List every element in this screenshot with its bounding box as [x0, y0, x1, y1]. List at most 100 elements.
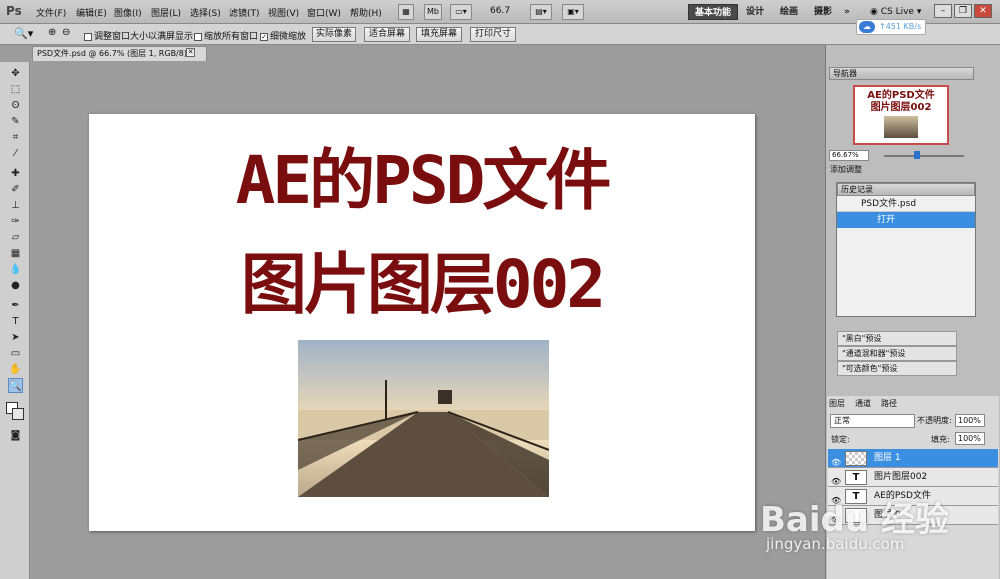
pier-photo — [298, 340, 549, 497]
navigator-zoom-slider[interactable] — [884, 155, 964, 157]
opacity-field[interactable]: 100% — [955, 414, 985, 427]
tab-channels[interactable]: 通道 — [855, 398, 871, 409]
menu-select[interactable]: 选择(S) — [190, 6, 221, 19]
history-snapshot[interactable]: PSD文件.psd — [837, 196, 975, 212]
network-speed: 451 KB/s — [885, 22, 922, 31]
gradient-tool-icon[interactable]: ▦ — [8, 246, 23, 261]
zoom-tool-icon[interactable]: 🔍▾ — [14, 27, 33, 40]
zoom-level[interactable]: 66.7 — [490, 6, 510, 16]
brush-tool-icon[interactable]: ✐ — [8, 182, 23, 197]
checkbox-box — [194, 32, 202, 41]
menu-bar: Ps 文件(F) 编辑(E) 图像(I) 图层(L) 选择(S) 滤镜(T) 视… — [0, 0, 1000, 24]
restore-icon[interactable]: ❐ — [954, 4, 972, 18]
navigator-zoom-field[interactable]: 66.67% — [829, 150, 869, 161]
close-icon[interactable]: ✕ — [974, 4, 992, 18]
zoom-in-icon[interactable]: ⊕ — [48, 27, 56, 38]
adjustments-title: 添加调整 — [830, 165, 862, 174]
view-extras-icon[interactable]: ▭▾ — [450, 4, 472, 20]
scrubby-zoom-label: 细微缩放 — [270, 32, 307, 42]
workspace-design[interactable]: 设计 — [746, 4, 764, 20]
quick-mask-icon[interactable]: ◙ — [8, 428, 23, 443]
resize-window-checkbox[interactable]: 调整窗口大小以满屏显示 — [84, 29, 193, 42]
document-tab-bar: PSD文件.psd @ 66.7% (图层 1, RGB/8) ✕ — [30, 45, 825, 61]
history-step-open[interactable]: 打开 — [837, 212, 975, 228]
navigator-slider-handle[interactable] — [914, 151, 920, 159]
menu-filter[interactable]: 滤镜(T) — [229, 6, 260, 19]
clone-stamp-icon[interactable]: ⊥ — [8, 198, 23, 213]
zoom-out-icon[interactable]: ⊖ — [62, 27, 70, 38]
navigator-thumbnail[interactable]: AE的PSD文件 图片图层002 — [853, 85, 949, 145]
crop-tool-icon[interactable]: ⌗ — [8, 130, 23, 145]
pen-tool-icon[interactable]: ✒ — [8, 298, 23, 313]
preset-black-white[interactable]: "黑白"预设 — [837, 331, 957, 346]
preset-selective-color[interactable]: "可选颜色"预设 — [837, 361, 957, 376]
tab-paths[interactable]: 路径 — [881, 398, 897, 409]
text-layer-icon: T — [845, 470, 867, 485]
options-bar: 🔍▾ ⊕ ⊖ 调整窗口大小以满屏显示 缩放所有窗口 ✓ 细微缩放 实际像素 适合屏… — [0, 24, 1000, 45]
hand-tool-icon[interactable]: ✋ — [8, 362, 23, 377]
workspace-more[interactable]: » — [844, 4, 850, 20]
workspace-basic[interactable]: 基本功能 — [688, 4, 738, 20]
move-tool-icon[interactable]: ✥ — [8, 66, 23, 81]
menu-file[interactable]: 文件(F) — [36, 6, 66, 19]
history-tab[interactable]: 历史记录 — [837, 183, 975, 196]
checkbox-checked: ✓ — [260, 32, 268, 41]
menu-help[interactable]: 帮助(H) — [350, 6, 382, 19]
lock-label: 锁定: — [831, 435, 850, 444]
fit-screen-button[interactable]: 适合屏幕 — [364, 27, 410, 42]
actual-pixels-button[interactable]: 实际像素 — [312, 27, 356, 42]
eyedropper-tool-icon[interactable]: ⁄ — [8, 146, 23, 161]
blend-mode-select[interactable]: 正常 — [830, 414, 915, 428]
path-select-icon[interactable]: ➤ — [8, 330, 23, 345]
navigator-tab[interactable]: 导航器 — [829, 67, 974, 80]
preset-channel-mixer[interactable]: "通道混和器"预设 — [837, 346, 957, 361]
bridge-icon[interactable]: ▦ — [398, 4, 414, 20]
scrubby-zoom-checkbox[interactable]: ✓ 细微缩放 — [260, 29, 306, 42]
navigator-thumb-photo — [884, 116, 918, 138]
zoom-tool-selected-icon[interactable]: 🔍 — [8, 378, 23, 393]
resize-window-label: 调整窗口大小以满屏显示 — [94, 32, 194, 42]
menu-view[interactable]: 视图(V) — [268, 6, 299, 19]
history-step-label: 打开 — [877, 215, 896, 225]
document-tab[interactable]: PSD文件.psd @ 66.7% (图层 1, RGB/8) — [32, 46, 207, 61]
layer-name: 图层 1 — [874, 453, 901, 463]
photoshop-logo: Ps — [6, 4, 22, 18]
healing-brush-icon[interactable]: ✚ — [8, 166, 23, 181]
screen-mode-icon[interactable]: ▣▾ — [562, 4, 584, 20]
shape-tool-icon[interactable]: ▭ — [8, 346, 23, 361]
dodge-tool-icon[interactable]: ● — [8, 278, 23, 293]
workspace-paint[interactable]: 绘画 — [780, 4, 798, 20]
quick-select-tool-icon[interactable]: ✎ — [8, 114, 23, 129]
workspace-photo[interactable]: 摄影 — [814, 4, 832, 20]
fill-field[interactable]: 100% — [955, 432, 985, 445]
layer-thumbnail — [845, 451, 867, 466]
minibridge-icon[interactable]: Mb — [424, 4, 442, 20]
history-brush-icon[interactable]: ✑ — [8, 214, 23, 229]
cloud-icon: ☁ — [859, 21, 875, 33]
navigator-title: 导航器 — [833, 69, 857, 78]
zoom-all-checkbox[interactable]: 缩放所有窗口 — [194, 29, 258, 42]
marquee-tool-icon[interactable]: ⬚ — [8, 82, 23, 97]
menu-image[interactable]: 图像(I) — [114, 6, 142, 19]
cslive-button[interactable]: ◉ CS Live ▾ — [870, 4, 921, 20]
tab-layers[interactable]: 图层 — [829, 398, 845, 409]
eraser-tool-icon[interactable]: ▱ — [8, 230, 23, 245]
blur-tool-icon[interactable]: 💧 — [8, 262, 23, 277]
menu-layer[interactable]: 图层(L) — [151, 6, 181, 19]
document-canvas[interactable]: AE的PSD文件 图片图层002 — [89, 114, 755, 531]
checkbox-box — [84, 32, 92, 41]
close-tab-icon[interactable]: ✕ — [186, 48, 195, 57]
layer-row[interactable]: 👁 图层 1 — [828, 449, 998, 468]
fill-screen-button[interactable]: 填充屏幕 — [416, 27, 462, 42]
print-size-button[interactable]: 打印尺寸 — [470, 27, 516, 42]
arrange-docs-icon[interactable]: ▤▾ — [530, 4, 552, 20]
lasso-tool-icon[interactable]: ʘ — [8, 98, 23, 113]
menu-edit[interactable]: 编辑(E) — [76, 6, 107, 19]
tools-panel: ✥ ⬚ ʘ ✎ ⌗ ⁄ ✚ ✐ ⊥ ✑ ▱ ▦ 💧 ● ✒ T ➤ ▭ ✋ 🔍 … — [0, 62, 30, 579]
type-tool-icon[interactable]: T — [8, 314, 23, 329]
layer-row[interactable]: 👁 T 图片图层002 — [828, 468, 998, 487]
background-color-swatch[interactable] — [12, 408, 24, 420]
minimize-icon[interactable]: – — [934, 4, 952, 18]
navigator-thumb-line1: AE的PSD文件 — [867, 90, 935, 101]
menu-window[interactable]: 窗口(W) — [307, 6, 341, 19]
